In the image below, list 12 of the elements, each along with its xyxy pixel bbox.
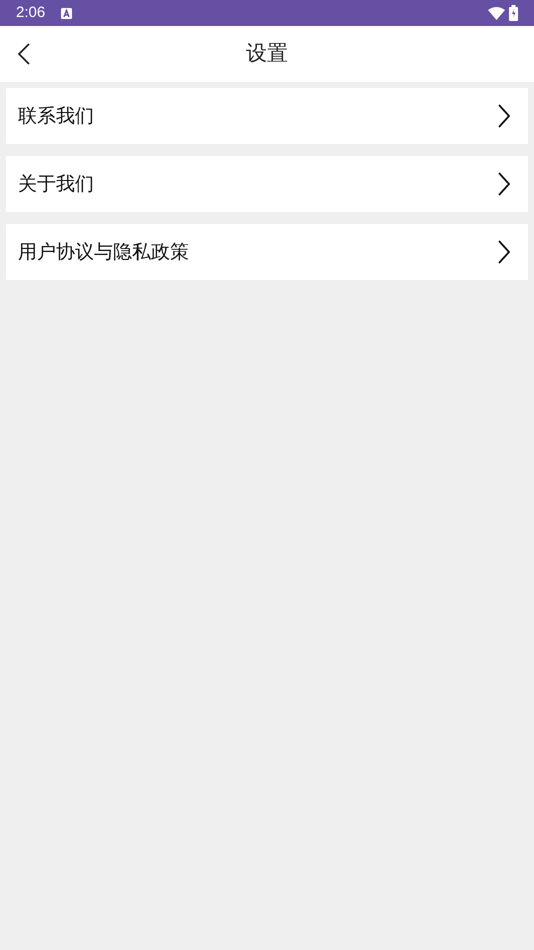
notification-icon [61, 8, 72, 18]
page-title: 设置 [246, 40, 288, 68]
chevron-right-icon [498, 240, 510, 264]
back-icon [18, 43, 30, 65]
status-time: 2:06 [16, 2, 46, 23]
settings-item[interactable]: 联系我们 [6, 88, 528, 144]
settings-item[interactable]: 关于我们 [6, 156, 528, 212]
chevron-right-icon [498, 104, 510, 128]
battery-icon [509, 5, 518, 21]
wifi-icon [488, 6, 505, 20]
settings-item[interactable]: 用户协议与隐私政策 [6, 224, 528, 280]
chevron-right-icon [498, 172, 510, 196]
